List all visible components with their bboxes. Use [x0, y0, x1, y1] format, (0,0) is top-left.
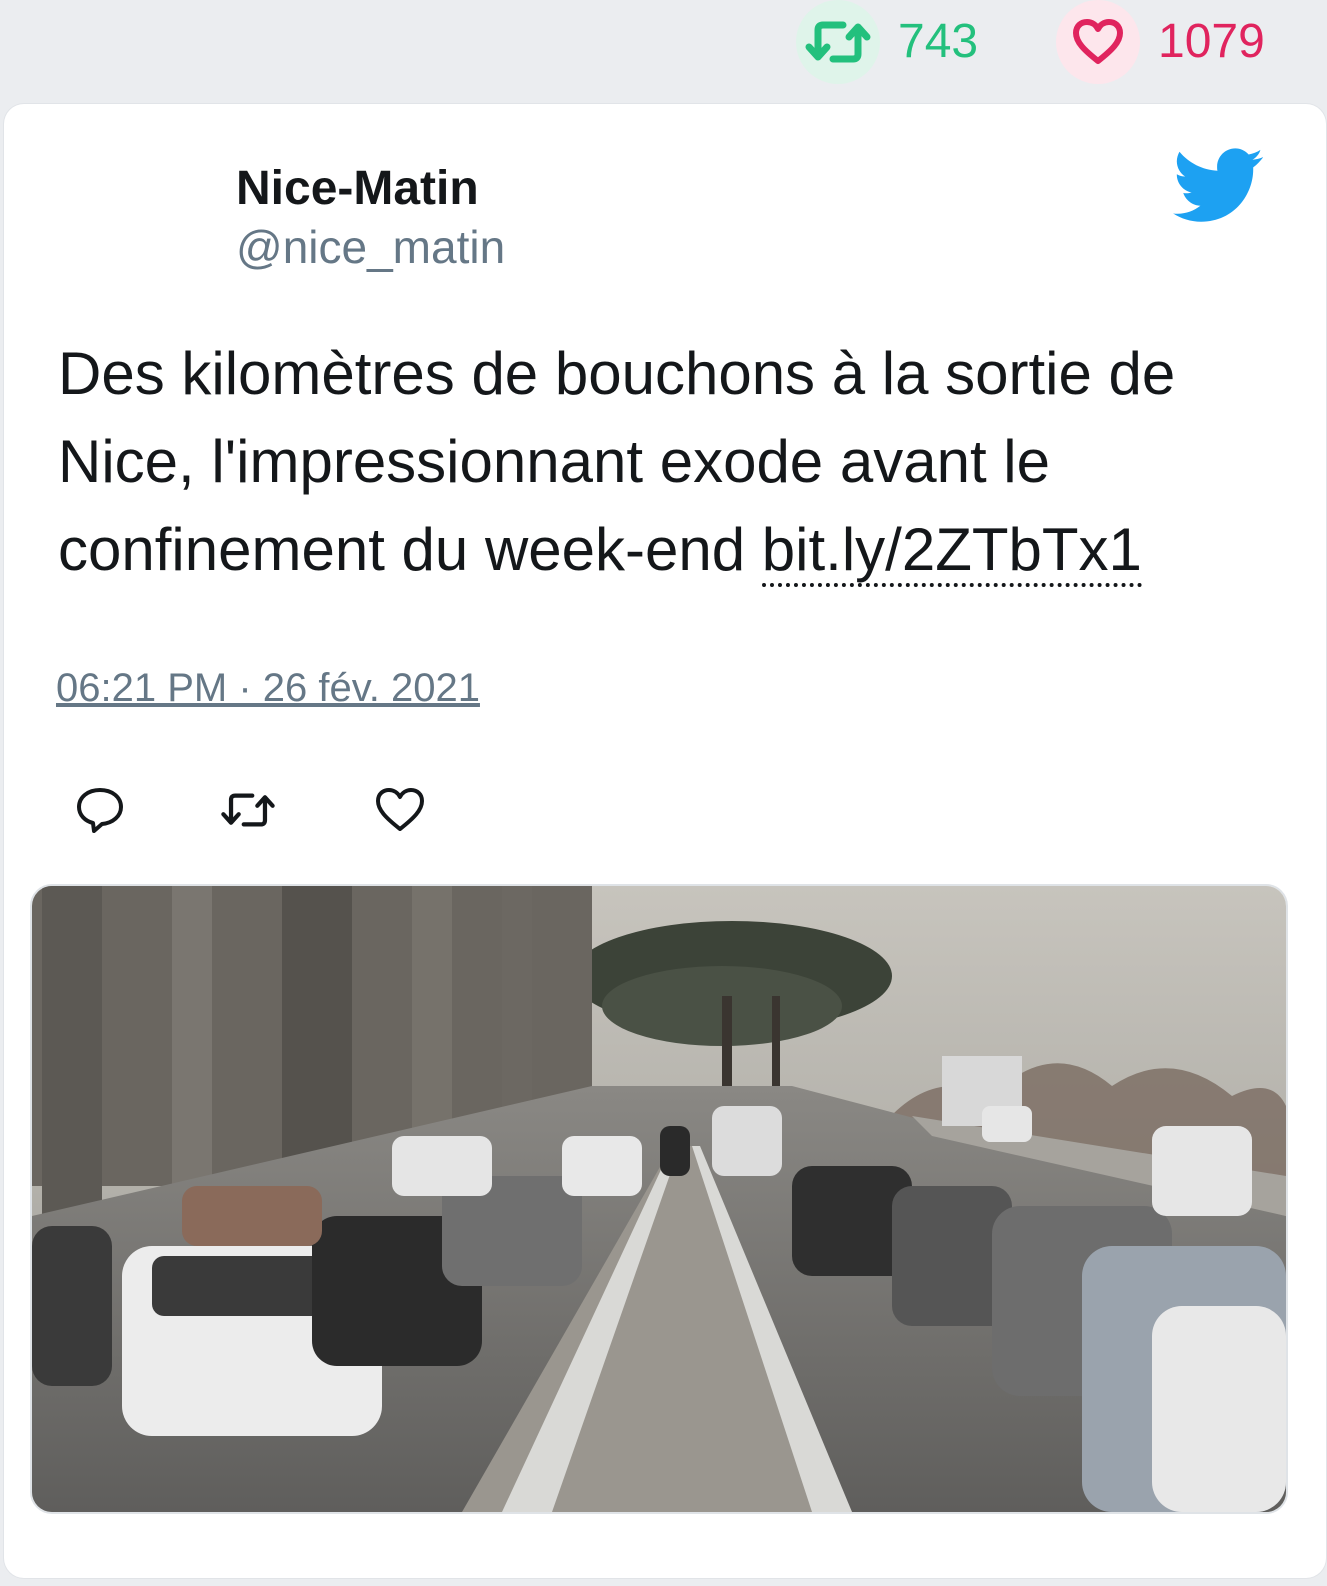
tweet-actions — [72, 782, 428, 838]
retweet-count: 743 — [898, 15, 979, 68]
heart-icon[interactable] — [372, 782, 428, 838]
tweet-card: Nice-Matin @nice_matin Des kilomètres de… — [4, 104, 1326, 1578]
tweet-text: Des kilomètres de bouchons à la sortie d… — [58, 330, 1288, 594]
tweet-stats-bar: 743 1079 — [0, 0, 1327, 104]
reply-icon[interactable] — [72, 782, 128, 838]
retweet-stat-icon — [796, 0, 880, 84]
retweet-stat[interactable]: 743 — [796, 0, 978, 84]
heart-stat-icon — [1056, 0, 1140, 84]
tweet-timestamp[interactable]: 06:21 PM · 26 fév. 2021 — [56, 664, 480, 712]
like-count: 1079 — [1158, 15, 1265, 68]
author-name[interactable]: Nice-Matin — [236, 160, 479, 218]
retweet-icon[interactable] — [220, 782, 276, 838]
tweet-photo[interactable] — [30, 884, 1288, 1514]
author-handle[interactable]: @nice_matin — [236, 220, 505, 275]
tweet-link[interactable]: bit.ly/2ZTbTx1 — [761, 516, 1142, 587]
twitter-bird-icon[interactable] — [1172, 148, 1266, 229]
like-stat[interactable]: 1079 — [1056, 0, 1265, 84]
